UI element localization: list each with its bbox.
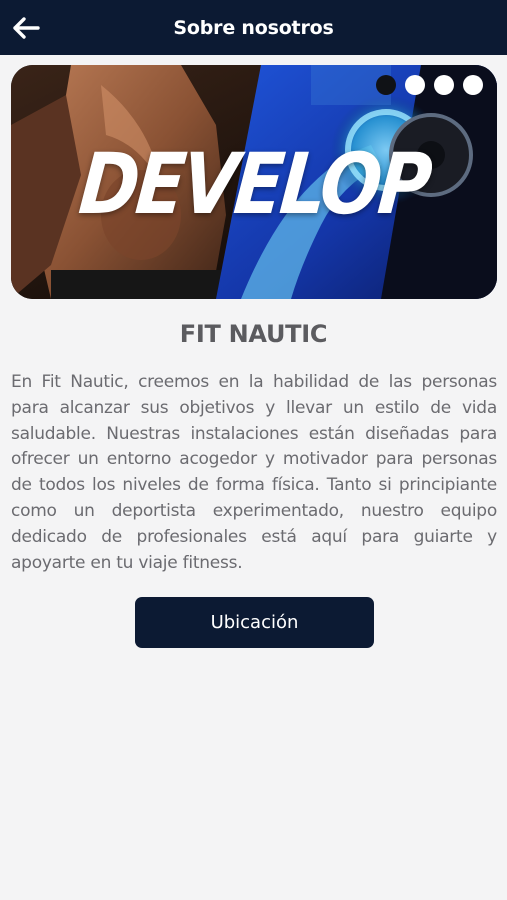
gym-name: FIT NAUTIC bbox=[179, 320, 328, 348]
about-description: En Fit Nautic, creemos en la habilidad d… bbox=[11, 372, 497, 573]
app-bar: Sobre nosotros bbox=[0, 0, 507, 55]
image-carousel[interactable]: DEVELOP bbox=[11, 65, 497, 299]
carousel-dot-3[interactable] bbox=[434, 75, 454, 95]
location-button[interactable]: Ubicación bbox=[135, 597, 374, 648]
page-title: Sobre nosotros bbox=[173, 16, 334, 39]
carousel-indicators bbox=[376, 75, 483, 95]
back-button[interactable] bbox=[6, 8, 46, 48]
carousel-dot-1[interactable] bbox=[376, 75, 396, 95]
banner-headline: DEVELOP bbox=[75, 135, 433, 233]
carousel-dot-4[interactable] bbox=[463, 75, 483, 95]
carousel-dot-2[interactable] bbox=[405, 75, 425, 95]
arrow-left-icon bbox=[13, 17, 40, 39]
